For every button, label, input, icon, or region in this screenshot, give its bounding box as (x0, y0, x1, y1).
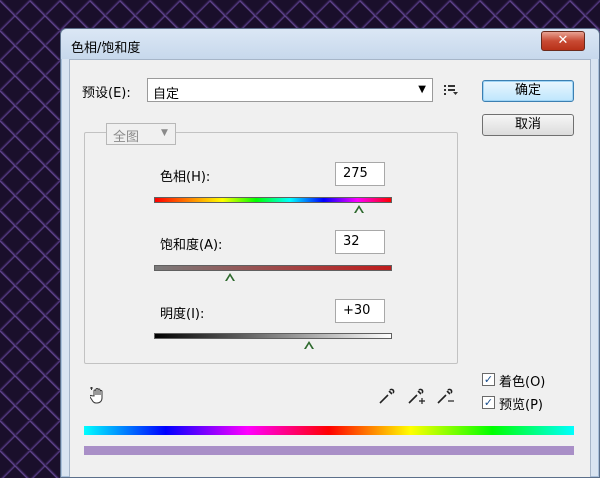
preset-label: 预设(E): (82, 86, 131, 101)
hue-input[interactable]: 275 (335, 162, 385, 186)
preset-select[interactable]: 自定 ▼ (147, 78, 433, 102)
preset-menu-icon[interactable] (444, 84, 458, 96)
cancel-button[interactable]: 取消 (482, 114, 574, 136)
preview-label[interactable]: 预览(P) (499, 394, 543, 413)
lightness-label: 明度(I): (160, 307, 205, 322)
saturation-label: 饱和度(A): (160, 238, 223, 253)
lightness-input[interactable]: +30 (335, 299, 385, 323)
slider-thumb-highlight (355, 208, 362, 213)
colorize-checkbox[interactable]: ✓ (482, 373, 495, 386)
close-icon: ✕ (557, 33, 569, 48)
hue-label: 色相(H): (160, 170, 211, 185)
slider-thumb-highlight (227, 276, 234, 281)
slider-thumb-highlight (305, 344, 312, 349)
hue-slider-track[interactable] (154, 197, 392, 203)
eyedropper-minus-icon[interactable] (436, 387, 456, 405)
eyedropper-icon[interactable] (378, 387, 396, 405)
dialog-client-area: 预设(E): 自定 ▼ 确定 取消 全图 ▼ 色相(H): 275 饱和度(A)… (69, 59, 591, 477)
result-spectrum-bar (84, 446, 574, 455)
saturation-slider-thumb[interactable] (225, 273, 236, 281)
colorize-label[interactable]: 着色(O) (499, 371, 545, 390)
ok-button[interactable]: 确定 (482, 80, 574, 102)
input-spectrum-bar (84, 426, 574, 435)
eyedropper-plus-icon[interactable] (407, 387, 427, 405)
hue-slider-thumb[interactable] (353, 205, 364, 213)
window-title: 色相/饱和度 (71, 41, 141, 56)
lightness-slider-thumb[interactable] (303, 341, 314, 349)
lightness-slider-track[interactable] (154, 333, 392, 339)
hue-saturation-dialog: 色相/饱和度 ✕ 预设(E): 自定 ▼ 确定 取消 全图 ▼ 色相(H): 2… (60, 28, 600, 478)
channel-select[interactable]: 全图 ▼ (106, 123, 176, 145)
channel-value: 全图 (113, 130, 140, 145)
preset-value: 自定 (153, 87, 180, 102)
saturation-slider-track[interactable] (154, 265, 392, 271)
title-bar[interactable]: 色相/饱和度 ✕ (61, 29, 599, 59)
chevron-down-icon: ▼ (161, 128, 168, 138)
preview-checkbox[interactable]: ✓ (482, 396, 495, 409)
close-button[interactable]: ✕ (541, 31, 585, 51)
saturation-input[interactable]: 32 (335, 230, 385, 254)
hand-adjust-icon[interactable] (90, 387, 108, 405)
chevron-down-icon: ▼ (418, 84, 426, 95)
adjustment-group (84, 132, 458, 364)
